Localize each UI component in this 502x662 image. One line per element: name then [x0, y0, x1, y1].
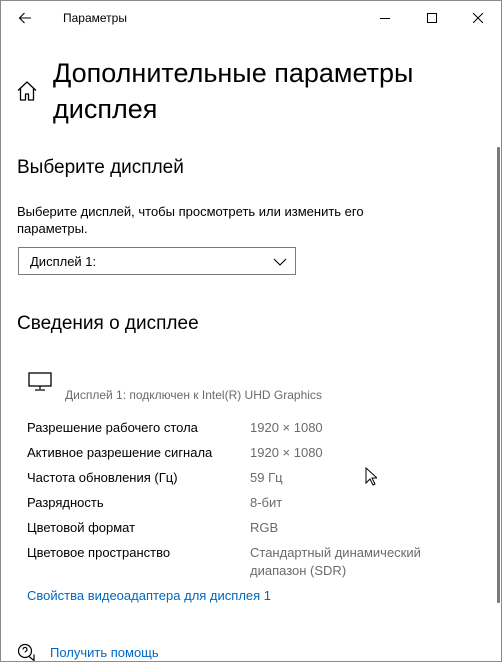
choose-display-heading: Выберите дисплей	[17, 157, 184, 178]
home-button[interactable]	[15, 79, 39, 103]
help-chat-icon	[17, 643, 35, 661]
page-title: Дополнительные параметры дисплея	[53, 58, 414, 124]
info-label: Цветовое пространство	[27, 545, 171, 560]
display-info-heading: Сведения о дисплее	[17, 313, 199, 334]
home-icon	[17, 81, 37, 101]
back-arrow-icon	[18, 12, 31, 24]
app-title: Параметры	[63, 11, 127, 25]
info-value: 1920 × 1080	[250, 420, 323, 435]
display-select-value: Дисплей 1:	[30, 254, 97, 269]
info-label: Разрешение рабочего стола	[27, 420, 198, 435]
display-connected-text: Дисплей 1: подключен к Intel(R) UHD Grap…	[65, 388, 322, 402]
back-button[interactable]	[9, 3, 41, 33]
settings-window: Параметры Дополнительные параметры диспл…	[0, 0, 502, 662]
choose-display-description: Выберите дисплей, чтобы просмотреть или …	[17, 204, 364, 236]
info-value: 8-бит	[250, 495, 283, 510]
chevron-down-icon	[273, 258, 287, 266]
display-select[interactable]: Дисплей 1:	[18, 247, 296, 275]
info-value: 1920 × 1080	[250, 445, 323, 460]
info-value: 59 Гц	[250, 470, 283, 485]
close-icon	[473, 13, 483, 23]
info-label: Разрядность	[27, 495, 104, 510]
maximize-icon	[427, 13, 437, 23]
adapter-properties-link[interactable]: Свойства видеоадаптера для дисплея 1	[27, 588, 271, 603]
minimize-icon	[380, 18, 390, 19]
monitor-icon	[28, 372, 52, 391]
info-label: Частота обновления (Гц)	[27, 470, 178, 485]
get-help-link[interactable]: Получить помощь	[50, 645, 159, 660]
maximize-button[interactable]	[409, 1, 455, 35]
minimize-button[interactable]	[362, 1, 408, 35]
title-bar: Параметры	[1, 1, 501, 35]
info-label: Активное разрешение сигнала	[27, 445, 213, 460]
scrollbar-thumb[interactable]	[497, 147, 500, 603]
info-label: Цветовой формат	[27, 520, 136, 535]
mouse-cursor-icon	[365, 467, 377, 486]
info-value: Стандартный динамический диапазон (SDR)	[250, 545, 421, 578]
close-button[interactable]	[455, 1, 501, 35]
info-value: RGB	[250, 520, 279, 535]
